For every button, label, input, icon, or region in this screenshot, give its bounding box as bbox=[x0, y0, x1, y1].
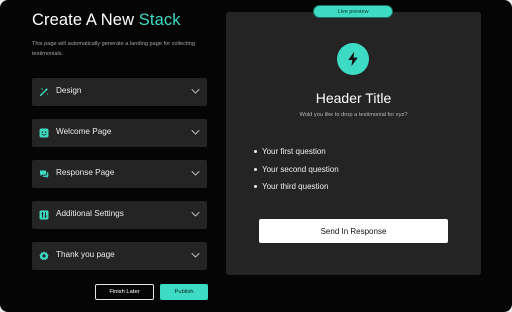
section-label: Thank you page bbox=[56, 250, 115, 259]
preview-logo bbox=[337, 43, 369, 75]
section-additional-settings[interactable]: Additional Settings bbox=[32, 201, 207, 229]
chevron-down-icon bbox=[191, 171, 200, 176]
page-subtitle: This page will automatically generate a … bbox=[32, 41, 195, 57]
live-preview-badge: Live preview bbox=[313, 5, 393, 18]
page-title-accent: Stack bbox=[138, 11, 181, 29]
preview-question: Your third question bbox=[253, 182, 329, 191]
send-in-response-button[interactable]: Send In Response bbox=[259, 219, 448, 243]
smiley-icon bbox=[39, 128, 49, 138]
section-label: Welcome Page bbox=[56, 127, 112, 136]
chat-bubbles-icon bbox=[39, 169, 49, 179]
finish-later-button[interactable]: Finish Later bbox=[95, 284, 154, 300]
app-window: Create A New Stack This page will automa… bbox=[0, 0, 512, 312]
badge-icon bbox=[39, 251, 49, 261]
section-response-page[interactable]: Response Page bbox=[32, 160, 207, 188]
chevron-down-icon bbox=[191, 253, 200, 258]
section-label: Design bbox=[56, 86, 82, 95]
page-title-text: Create A New bbox=[32, 11, 139, 29]
chevron-down-icon bbox=[191, 89, 200, 94]
settings-panel-icon bbox=[39, 210, 49, 220]
magic-wand-icon bbox=[39, 87, 49, 97]
preview-question: Your second question bbox=[254, 165, 339, 174]
section-welcome-page[interactable]: Welcome Page bbox=[32, 119, 207, 147]
section-label: Additional Settings bbox=[56, 209, 124, 218]
section-thank-you-page[interactable]: Thank you page bbox=[32, 242, 207, 270]
publish-button[interactable]: Publish bbox=[160, 284, 208, 300]
section-label: Response Page bbox=[56, 168, 115, 177]
chevron-down-icon bbox=[191, 130, 200, 135]
lightning-bolt-icon bbox=[348, 51, 358, 67]
page-title: Create A New Stack bbox=[32, 11, 181, 33]
chevron-down-icon bbox=[191, 212, 200, 217]
preview-header-subtitle: Wold you like to drop a testimonial for … bbox=[299, 112, 408, 118]
preview-header-title: Header Title bbox=[315, 90, 392, 106]
section-design[interactable]: Design bbox=[32, 78, 207, 106]
preview-question: Your first question bbox=[254, 147, 326, 156]
